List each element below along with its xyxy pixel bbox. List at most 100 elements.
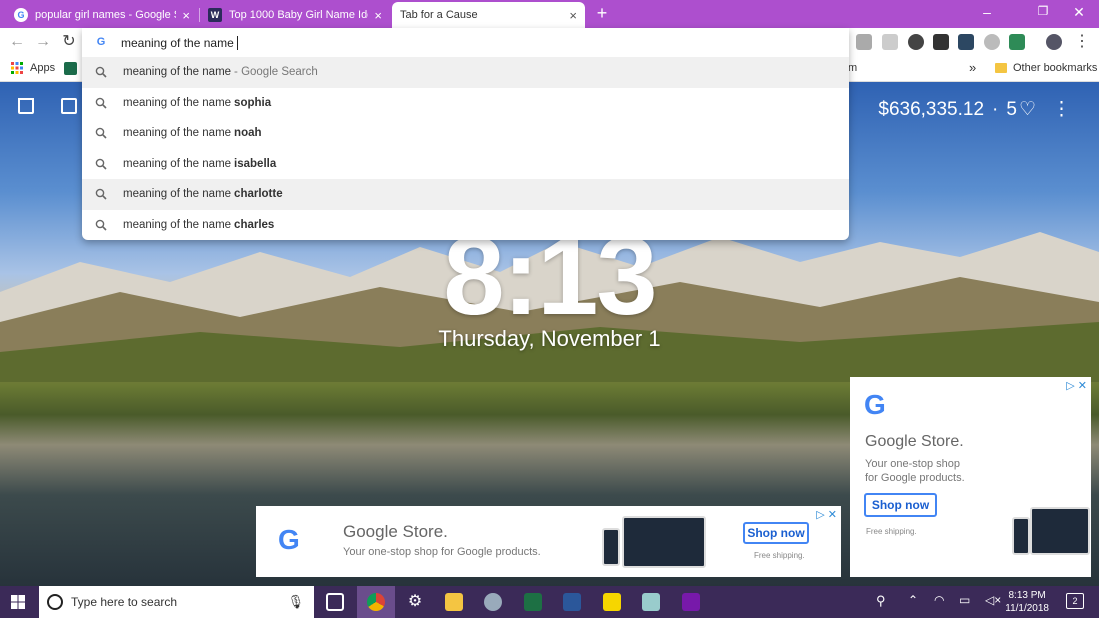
search-icon [95,66,107,78]
search-icon [95,219,107,231]
date-display: Thursday, November 1 [438,326,661,351]
address-input[interactable]: meaning of the name [121,36,234,50]
omnibox-suggestion[interactable]: meaning of the name noah [82,118,849,149]
shop-now-button[interactable]: Shop now [743,522,809,544]
search-placeholder: Type here to search [71,595,178,609]
other-bookmarks-label: Other bookmarks [1013,62,1098,74]
laptop-image [1030,507,1090,555]
onenote-icon[interactable] [682,593,700,611]
extension-icon[interactable] [933,34,949,50]
extension-icon[interactable] [856,34,872,50]
address-bar[interactable]: G meaning of the name [82,28,849,57]
shop-now-button[interactable]: Shop now [864,493,937,517]
settings-gear-icon[interactable]: ⚙ [406,593,424,611]
clock-time: 8:13 PM [1008,590,1046,601]
suggestion-base: meaning of the name [123,188,232,201]
google-store-ad-side[interactable]: ▷ ✕ G Google Store. Your one-stop shop f… [850,377,1091,577]
comment-icon[interactable] [61,98,77,114]
search-icon [95,127,107,139]
tab-title: popular girl names - Google Sear [35,9,176,21]
menu-icon[interactable]: ⋮ [1072,32,1092,52]
new-tab-button[interactable]: + [593,4,611,22]
word-icon[interactable] [563,593,581,611]
windows-start-icon[interactable] [11,595,25,609]
sticky-notes-icon[interactable] [603,593,621,611]
ad-choices-icon[interactable]: ▷ ✕ [816,508,837,521]
bookmark-item[interactable]: m [848,62,857,74]
search-icon [95,188,107,200]
restore-button[interactable]: ❐ [1033,4,1053,18]
clock-date: 11/1/2018 [1005,603,1049,614]
phone-image [602,528,620,566]
money-amount: $636,335.12 [878,98,985,120]
laptop-image [622,516,706,568]
chrome-icon[interactable] [367,593,385,611]
notifications-icon[interactable]: 2 [1066,593,1084,609]
volume-muted-icon[interactable]: ◁× [985,593,1001,607]
app-icon[interactable] [642,593,660,611]
ad-fine-print: Free shipping. [754,551,805,560]
bookmark-icon [64,62,77,75]
omnibox-suggestion[interactable]: meaning of the name - Google Search [82,57,849,88]
extension-icon[interactable] [1009,34,1025,50]
suggestion-list: meaning of the name - Google Search meanin… [82,57,849,240]
google-store-ad-wide[interactable]: ▷ ✕ G Google Store. Your one-stop shop f… [256,506,841,577]
notification-count: 2 [1072,596,1078,606]
ad-subtitle-line2: for Google products. [865,472,965,484]
search-icon [95,97,107,109]
ad-choices-icon[interactable]: ▷ ✕ [1066,379,1087,392]
bookmark-icon[interactable] [18,98,34,114]
suggestion-completion: sophia [234,96,272,109]
ad-fine-print: Free shipping. [866,527,917,536]
people-icon[interactable]: ⚲ [876,593,886,609]
tab-tab-for-a-cause[interactable]: Tab for a Cause × [392,2,585,28]
tab-title: Top 1000 Baby Girl Name Ideas [229,9,368,21]
reload-button[interactable]: ↻ [59,32,79,52]
bookmark-label: m [848,62,858,74]
extension-icon[interactable] [908,34,924,50]
apps-grid-icon [11,62,23,74]
close-window-button[interactable]: ✕ [1069,4,1089,21]
tumblr-icon[interactable] [958,34,974,50]
app-icon[interactable] [484,593,502,611]
other-bookmarks-folder[interactable]: Other bookmarks [995,62,1097,74]
battery-icon[interactable]: ▭ [959,593,970,607]
suggestion-base: meaning of the name [123,127,232,140]
suggestion-completion: noah [234,127,262,140]
tab-google-search[interactable]: G popular girl names - Google Sear × [6,2,198,28]
back-button[interactable]: ← [7,32,27,52]
omnibox-suggestion[interactable]: meaning of the name isabella [82,149,849,180]
excel-icon[interactable] [524,593,542,611]
omnibox-suggestion[interactable]: meaning of the name charles [82,210,849,241]
omnibox-suggestion[interactable]: meaning of the name sophia [82,88,849,119]
apps-bookmark[interactable]: Apps [11,62,55,74]
suggestion-base: meaning of the name [123,157,232,170]
task-view-icon[interactable] [326,593,344,611]
bookmarks-overflow-button[interactable]: » [969,60,976,75]
more-options-icon[interactable]: ⋮ [1052,98,1071,121]
tab-baby-names[interactable]: W Top 1000 Baby Girl Name Ideas × [200,2,390,28]
suggestion-completion: charlotte [234,188,283,201]
suggestion-base: meaning of the name [123,66,232,79]
omnibox-suggestion[interactable]: meaning of the name charlotte [82,179,849,210]
close-tab-icon[interactable]: × [374,9,382,22]
wifi-icon[interactable]: ◠ [934,593,944,607]
suggestion-base: meaning of the name [123,96,232,109]
money-raised[interactable]: $636,335.12 · 5 ♡ ⋮ [878,98,1071,121]
suggestion-completion: isabella [234,157,277,170]
taskbar-search-box[interactable]: Type here to search 🎙 [39,586,314,618]
forward-button[interactable]: → [33,32,53,52]
extension-icon[interactable] [984,34,1000,50]
file-explorer-icon[interactable] [445,593,463,611]
close-tab-icon[interactable]: × [182,9,190,22]
close-tab-icon[interactable]: × [569,9,577,22]
avatar[interactable] [1046,34,1062,50]
microphone-icon[interactable]: 🎙 [287,594,304,610]
bookmark-item[interactable] [64,62,77,75]
google-logo: G [278,524,300,555]
chevron-up-icon[interactable]: ⌃ [908,593,918,607]
system-clock[interactable]: 8:13 PM 11/1/2018 [1005,589,1049,615]
suggestion-base: meaning of the name [123,218,232,231]
extension-icon[interactable] [882,34,898,50]
minimize-button[interactable]: – [977,4,997,20]
